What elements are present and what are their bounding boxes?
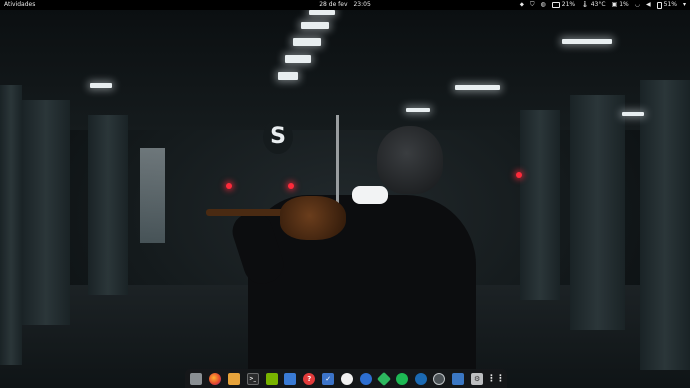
red-signal-light [226, 183, 232, 189]
tasks-icon[interactable]: ✓ [322, 372, 335, 385]
ceiling-light [309, 10, 335, 15]
violinist-head [377, 126, 443, 194]
ceiling-light [90, 83, 112, 88]
clock-app-icon[interactable] [433, 372, 446, 385]
time-label: 23:05 [353, 1, 371, 8]
record-icon[interactable]: ◍ [541, 0, 546, 10]
ceiling-light [562, 39, 612, 44]
ceiling-light [285, 55, 311, 63]
wallpaper-pillar [520, 110, 560, 300]
files-icon[interactable] [190, 372, 202, 385]
volume-icon[interactable]: ◀ [646, 0, 651, 10]
ceiling-light [622, 112, 644, 116]
station-sign: S [263, 120, 293, 154]
steam-icon[interactable] [414, 372, 427, 385]
cpu-value: 21% [561, 1, 576, 8]
ceiling-light [293, 38, 321, 46]
disk-value: 1% [619, 1, 629, 8]
firefox-icon[interactable] [208, 372, 221, 385]
ceiling-light [455, 85, 500, 90]
wallpaper-pillar [570, 95, 625, 330]
ceiling-light [278, 72, 298, 80]
disk-indicator[interactable]: ▣ 1% [612, 0, 629, 10]
wallpaper-pillar [88, 115, 128, 295]
dock: >_ ? ✓ ⚙ ⋮⋮ [185, 369, 507, 388]
settings-icon[interactable]: ⚙ [471, 372, 484, 385]
chevron-down-icon[interactable]: ▾ [683, 0, 686, 10]
desktop-wallpaper: S [0, 0, 690, 388]
top-bar: Atividades 28 de fev 23:05 ⬥ ⛉ ◍ 21% 🌡︎ … [0, 0, 690, 10]
battery-indicator[interactable]: 51% [656, 0, 677, 10]
system-monitor-icon[interactable] [452, 372, 465, 385]
nvidia-icon[interactable] [265, 372, 278, 385]
battery-value: 51% [663, 1, 677, 8]
temperature-value: 43°C [590, 1, 606, 8]
blocker-icon[interactable]: ? [303, 372, 316, 385]
steam-alt-icon[interactable] [359, 372, 372, 385]
thermometer-icon: 🌡︎ [581, 1, 589, 8]
app-grid-icon[interactable]: ⋮⋮ [487, 373, 505, 385]
face-mask [352, 186, 388, 204]
wifi-icon[interactable]: ◡ [635, 0, 640, 10]
battery-icon [656, 1, 662, 9]
dropbox-icon[interactable]: ⬥ [520, 0, 524, 10]
inkscape-icon[interactable] [341, 372, 353, 385]
violin-body [280, 196, 346, 240]
system-tray: ⬥ ⛉ ◍ 21% 🌡︎ 43°C ▣ 1% ◡ ◀ 51% ▾ [520, 0, 686, 10]
violin-bow [336, 115, 339, 210]
wallpaper-pillar [0, 85, 22, 365]
temperature-indicator[interactable]: 🌡︎ 43°C [581, 0, 605, 10]
lit-wall-panel [140, 148, 165, 243]
date-label: 28 de fev [319, 1, 348, 8]
wallpaper-pillar [640, 80, 690, 370]
docs-icon[interactable] [284, 372, 297, 385]
cpu-indicator[interactable]: 21% [551, 0, 576, 10]
spotify-icon[interactable] [395, 372, 408, 385]
shield-icon[interactable]: ⛉ [530, 0, 535, 10]
ceiling-light [301, 22, 329, 29]
cpu-icon [551, 2, 560, 8]
gitkraken-icon[interactable] [376, 371, 391, 386]
folder-icon[interactable] [227, 372, 240, 385]
violin-neck [206, 209, 284, 216]
red-signal-light [288, 183, 294, 189]
wallpaper-pillar [22, 100, 70, 325]
ceiling-light [406, 108, 430, 112]
red-signal-light [516, 172, 522, 178]
disk-icon: ▣ [611, 1, 618, 8]
terminal-icon[interactable]: >_ [246, 372, 259, 385]
